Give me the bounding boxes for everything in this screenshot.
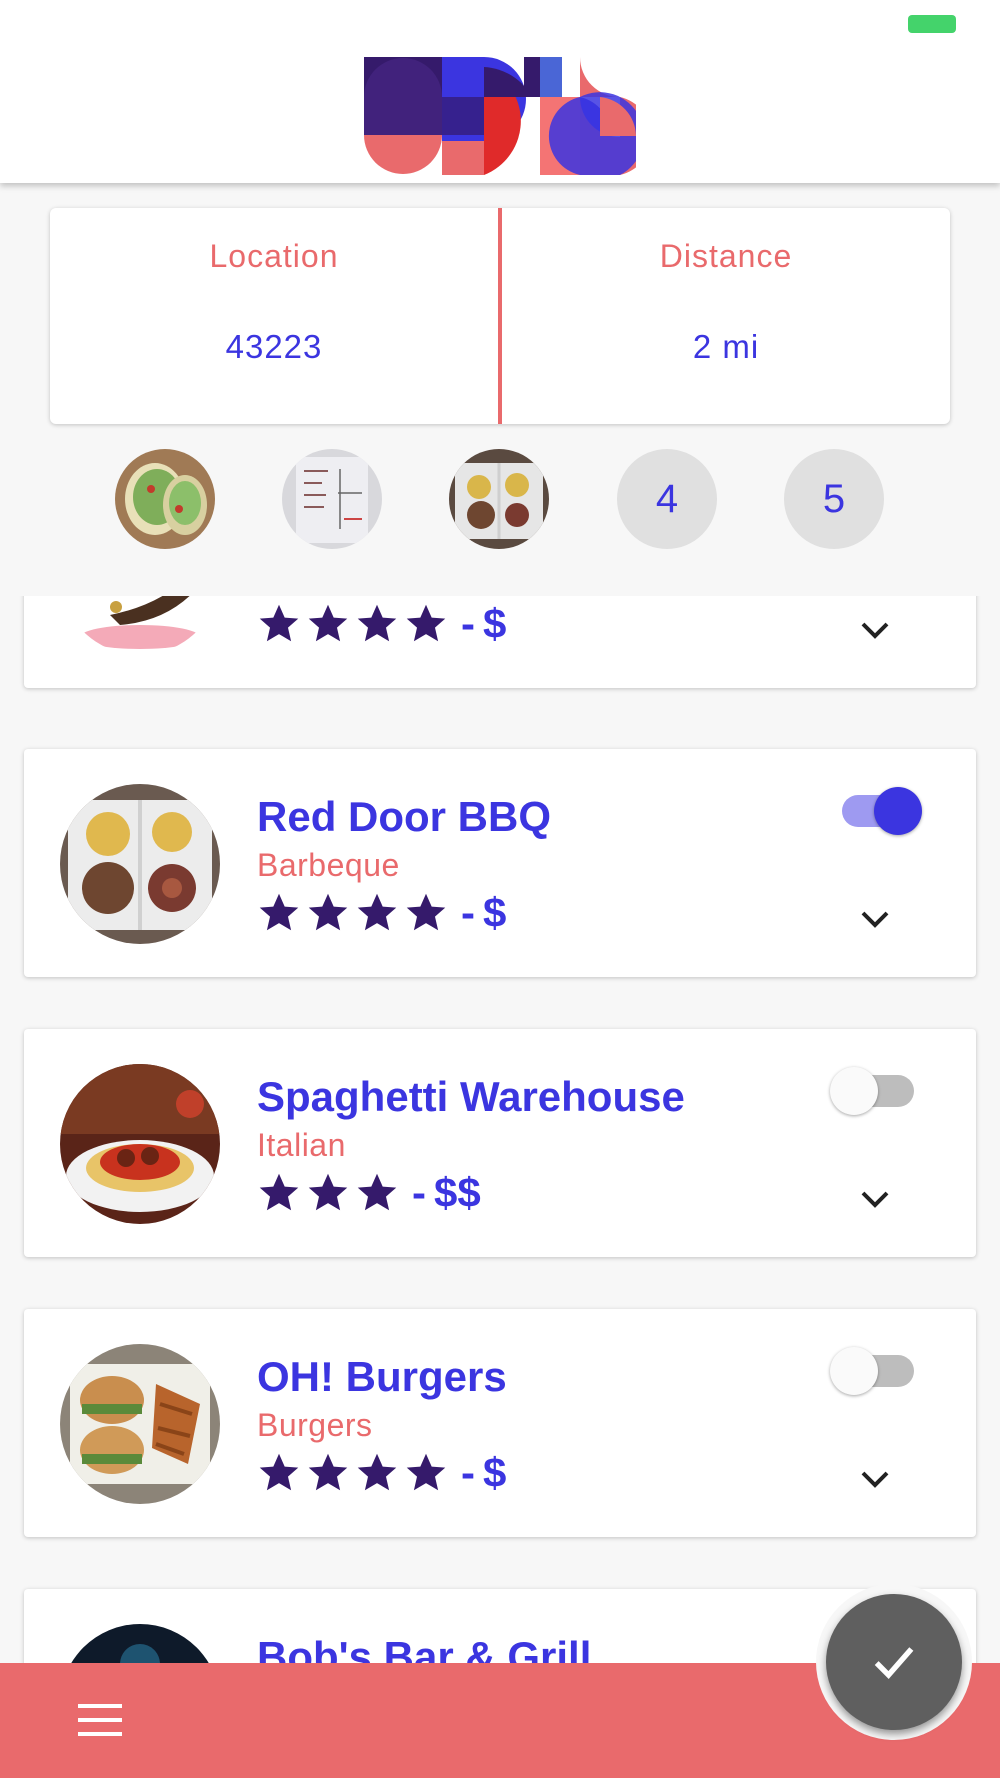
- restaurant-card[interactable]: Spaghetti Warehouse Italian - $$: [24, 1029, 976, 1257]
- star-rating: [257, 1451, 453, 1495]
- price-level: $: [483, 1449, 507, 1496]
- step-2-menu-thumbnail[interactable]: [282, 449, 382, 549]
- location-value[interactable]: 43223: [50, 328, 498, 366]
- restaurant-name: Bob's Bar & Grill: [257, 1633, 592, 1663]
- cookie-promo-image-icon: [60, 596, 220, 655]
- star-icon: [308, 1453, 348, 1491]
- step-1-tacos-thumbnail[interactable]: [115, 449, 215, 549]
- checkmark-icon: [874, 1647, 914, 1679]
- status-indicator: [908, 15, 956, 33]
- restaurant-card[interactable]: Red Door BBQ Barbeque - $: [24, 749, 976, 977]
- star-icon: [308, 604, 348, 642]
- selection-steps: 4 5: [0, 449, 1000, 549]
- star-rating: [257, 891, 453, 935]
- toggle-thumb: [830, 1347, 878, 1395]
- price-level: $: [483, 889, 507, 936]
- restaurant-card[interactable]: - $: [24, 596, 976, 688]
- restaurant-image: [60, 596, 220, 655]
- price-level: $: [483, 600, 507, 647]
- restaurant-image: [60, 1064, 220, 1224]
- distance-filter[interactable]: Distance 2 mi: [502, 208, 950, 424]
- burgers-fries-image-icon: [60, 1344, 220, 1504]
- restaurant-card[interactable]: OH! Burgers Burgers - $: [24, 1309, 976, 1537]
- star-icon: [406, 1453, 446, 1491]
- price-separator: -: [461, 1449, 475, 1496]
- rating-row: - $: [257, 888, 506, 938]
- toggle-thumb: [830, 1067, 878, 1115]
- step-3-bbq-thumbnail[interactable]: [449, 449, 549, 549]
- step-5-label: 5: [822, 476, 846, 521]
- restaurant-name: Spaghetti Warehouse: [257, 1073, 685, 1120]
- confirm-fab-button[interactable]: [826, 1594, 962, 1730]
- select-toggle[interactable]: [828, 1343, 928, 1395]
- restaurant-list[interactable]: - $ Red Door BBQ Barbeque - $ Spaghetti …: [0, 596, 1000, 1663]
- bbq-platter-image-icon: [60, 784, 220, 944]
- location-label: Location: [209, 238, 339, 274]
- price-separator: -: [461, 600, 475, 647]
- restaurant-cuisine: Barbeque: [257, 847, 400, 883]
- chevron-down-icon[interactable]: [854, 1184, 896, 1214]
- restaurant-cuisine: Burgers: [257, 1407, 373, 1443]
- brand-logo-icon: [364, 57, 636, 175]
- toggle-thumb: [874, 787, 922, 835]
- paper-menu-thumbnail-icon: [282, 449, 382, 549]
- star-icon: [259, 893, 299, 931]
- rating-row: - $: [257, 1448, 506, 1498]
- restaurant-name: Red Door BBQ: [257, 793, 551, 840]
- star-icon: [259, 1173, 299, 1211]
- step-4-button[interactable]: 4: [617, 449, 717, 549]
- chevron-down-icon[interactable]: [854, 1464, 896, 1494]
- star-icon: [259, 604, 299, 642]
- bbq-platter-thumbnail-icon: [449, 449, 549, 549]
- rating-row: - $$: [257, 1168, 481, 1218]
- restaurant-cuisine: Italian: [257, 1127, 346, 1163]
- restaurant-image: [60, 1344, 220, 1504]
- star-icon: [357, 893, 397, 931]
- star-icon: [308, 893, 348, 931]
- chevron-down-icon[interactable]: [854, 615, 896, 645]
- star-icon: [357, 604, 397, 642]
- location-filter[interactable]: Location 43223: [50, 208, 498, 424]
- distance-label: Distance: [659, 238, 793, 274]
- select-toggle[interactable]: [828, 1063, 928, 1115]
- price-level: $$: [434, 1169, 481, 1216]
- select-toggle[interactable]: [828, 783, 928, 835]
- bar-grill-image-icon: [60, 1624, 220, 1663]
- star-rating: [257, 1171, 404, 1215]
- star-icon: [357, 1453, 397, 1491]
- star-icon: [259, 1453, 299, 1491]
- rating-row: - $: [257, 599, 506, 649]
- step-5-button[interactable]: 5: [784, 449, 884, 549]
- price-separator: -: [461, 889, 475, 936]
- chevron-down-icon[interactable]: [854, 904, 896, 934]
- hamburger-menu-icon[interactable]: [76, 1700, 124, 1740]
- star-rating: [257, 602, 453, 646]
- star-icon: [308, 1173, 348, 1211]
- distance-value[interactable]: 2 mi: [502, 328, 950, 366]
- restaurant-name: OH! Burgers: [257, 1353, 507, 1400]
- star-icon: [357, 1173, 397, 1211]
- star-icon: [406, 604, 446, 642]
- spaghetti-plate-image-icon: [60, 1064, 220, 1224]
- restaurant-image: [60, 1624, 220, 1663]
- search-filter-card: Location 43223 Distance 2 mi: [50, 208, 950, 424]
- app-header: [0, 0, 1000, 183]
- step-4-label: 4: [655, 476, 679, 521]
- restaurant-image: [60, 784, 220, 944]
- price-separator: -: [412, 1169, 426, 1216]
- star-icon: [406, 893, 446, 931]
- tacos-thumbnail-icon: [115, 449, 215, 549]
